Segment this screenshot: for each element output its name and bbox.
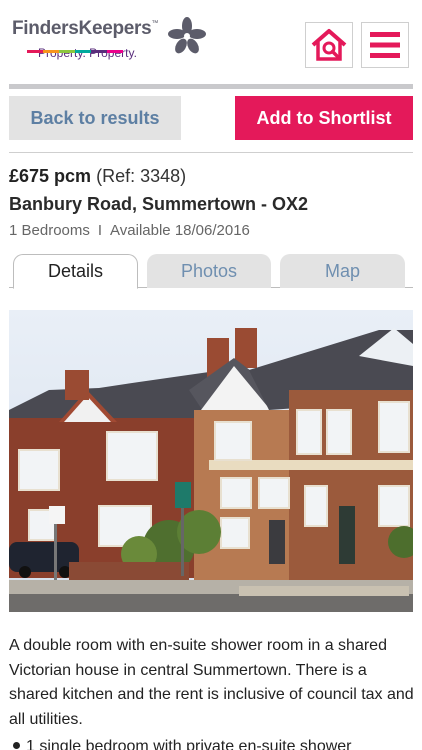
logo-bar: [107, 50, 123, 53]
back-to-results-button[interactable]: Back to results: [9, 96, 181, 140]
logo-trademark: ™: [151, 20, 159, 27]
feature-text: 1 single bedroom with private en-suite s…: [26, 738, 352, 750]
logo-bar: [91, 50, 107, 53]
add-to-shortlist-button[interactable]: Add to Shortlist: [235, 96, 413, 140]
listing-price: £675 pcm: [9, 166, 92, 186]
listing-ref: (Ref: 3348): [96, 166, 187, 186]
property-photo[interactable]: [9, 310, 413, 612]
feature-list-item: 1 single bedroom with private en-suite s…: [9, 738, 352, 750]
flower-logo-icon: [168, 17, 206, 54]
logo-bar: [75, 50, 91, 53]
listing-meta: 1 Bedrooms I Available 18/06/2016: [9, 222, 250, 239]
logo-bar: [27, 50, 43, 53]
property-photo-illustration: [9, 310, 413, 612]
app-header: FindersKeepers™ Property. Property.: [0, 0, 422, 89]
listing-available: Available 18/06/2016: [110, 222, 250, 239]
section-divider: [9, 152, 413, 153]
hamburger-menu-icon: [370, 32, 400, 58]
listing-address: Banbury Road, Summertown - OX2: [9, 194, 309, 214]
logo-bar: [59, 50, 75, 53]
home-search-button[interactable]: [305, 22, 353, 68]
logo-tagline: Property. Property.: [38, 46, 137, 60]
listing-bedrooms: 1 Bedrooms: [9, 222, 90, 239]
home-search-icon: [311, 29, 347, 61]
tab-photos[interactable]: Photos: [147, 254, 271, 288]
tab-details[interactable]: Details: [13, 254, 138, 289]
logo-color-bars: [27, 50, 123, 53]
listing-description: A double room with en-suite shower room …: [9, 637, 414, 728]
meta-separator: I: [97, 222, 103, 239]
finderskeepers-logo[interactable]: FindersKeepers™ Property. Property.: [12, 18, 158, 60]
menu-button[interactable]: [361, 22, 409, 68]
bullet-icon: [13, 742, 20, 750]
tab-map[interactable]: Map: [280, 254, 405, 288]
header-divider: [9, 84, 413, 89]
price-line: £675 pcm (Ref: 3348): [9, 166, 186, 187]
logo-bar: [43, 50, 59, 53]
logo-name: FindersKeepers: [12, 18, 152, 39]
